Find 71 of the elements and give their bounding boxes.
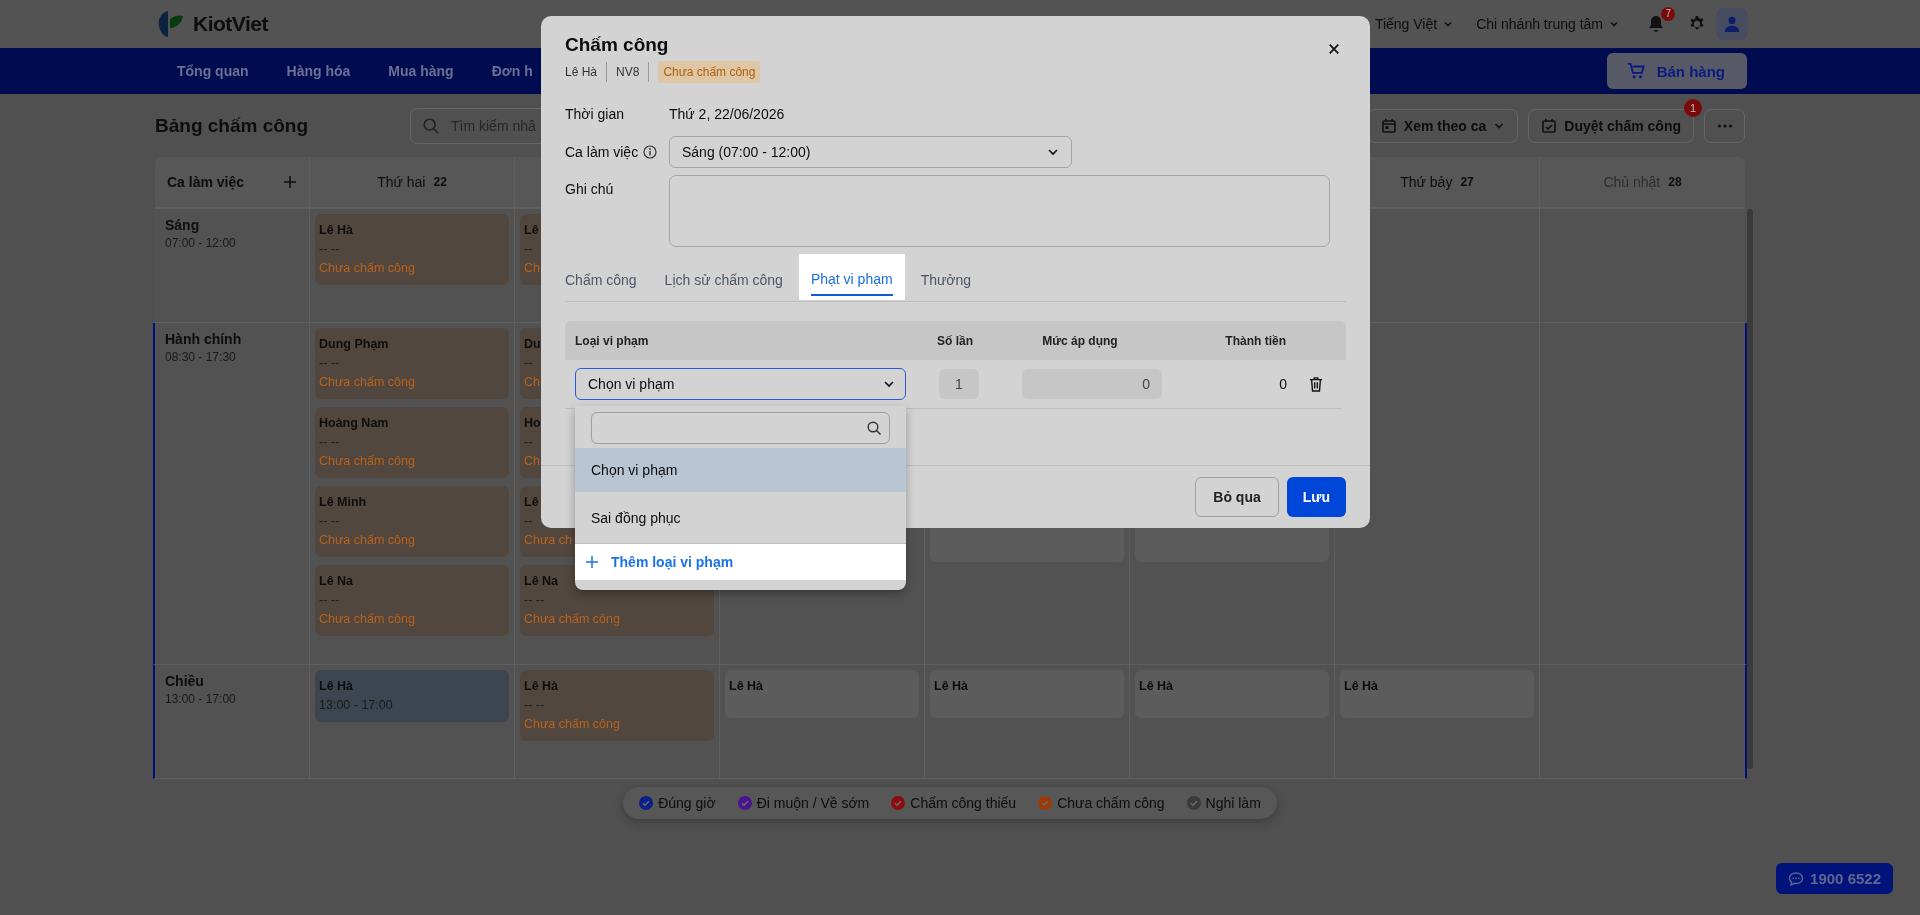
employee-name: Du: [524, 336, 541, 353]
day-header: Thứ bảy: [1400, 174, 1453, 190]
check-time: --: [524, 355, 533, 372]
shift-name: Hành chính: [165, 331, 243, 347]
day-number: 27: [1460, 175, 1474, 189]
field-label: Ca làm việc: [565, 144, 639, 160]
employee-name: Lê Hà: [934, 678, 969, 695]
employee-name: Lê Minh: [319, 494, 367, 511]
employee-name: Ho: [524, 415, 541, 432]
date-value: Thứ 2, 22/06/2026: [669, 106, 786, 122]
employee-name: Lê Na: [524, 573, 559, 590]
field-label: Ghi chú: [565, 181, 614, 197]
check-time: --: [524, 434, 533, 451]
shift-name: Sáng: [165, 217, 201, 233]
legend-label: Đi muộn / Về sớm: [756, 795, 870, 811]
check-time: -- --: [319, 592, 340, 609]
notification-badge: 7: [1661, 7, 1675, 21]
attendance-status: Chưa chấm công: [319, 532, 415, 549]
attendance-status: Chưa chấm công: [524, 611, 620, 628]
attendance-status: Chưa chấm công: [319, 374, 415, 391]
check-time: --: [524, 241, 533, 258]
column-header: Mức áp dụng: [1041, 333, 1119, 348]
page-title: Bảng chấm công: [155, 114, 310, 137]
check-time: -- --: [524, 592, 545, 609]
employee-name: Hoàng Nam: [319, 415, 389, 432]
check-time: -- --: [524, 697, 545, 714]
employee-name: Lê Na: [319, 573, 354, 590]
legend-label: Đúng giờ: [658, 795, 716, 811]
field-label: Thời gian: [565, 106, 624, 122]
shift-hours: 13:00 - 17:00: [165, 692, 237, 706]
column-header: Số lần: [936, 333, 974, 348]
employee-name: Lê Hà: [319, 222, 354, 239]
attendance-status: Chưa chấm công: [319, 611, 415, 628]
attendance-status: Ch: [524, 260, 540, 277]
shift-hours: 07:00 - 12:00: [165, 236, 237, 250]
column-header: Loại vi phạm: [575, 333, 650, 348]
day-number: 22: [433, 175, 447, 189]
count-badge: 1: [1684, 98, 1702, 117]
employee-name: Lê Hà: [319, 678, 354, 695]
legend-label: Nghỉ làm: [1205, 795, 1261, 811]
employee-code: NV8: [616, 65, 640, 79]
dialog-title: Chấm công: [565, 34, 669, 56]
attendance-status: Ch: [524, 374, 540, 391]
attendance-status: Chưa chấm công: [319, 260, 415, 277]
employee-name: Lê: [524, 222, 539, 239]
check-time: -- --: [319, 355, 340, 372]
check-time: -- --: [319, 434, 340, 451]
shift-name: Chiều: [165, 673, 205, 689]
attendance-status: Chưa chấm công: [319, 453, 415, 470]
check-time: -- --: [319, 513, 340, 530]
employee-name: Lê Hà: [729, 678, 764, 695]
column-header: Ca làm việc: [167, 174, 245, 190]
attendance-status: Chưa chấm công: [524, 716, 620, 733]
amount-value: 0: [1278, 376, 1288, 392]
attendance-status: Ch: [524, 453, 540, 470]
shift-hours: 08:30 - 17:30: [165, 350, 237, 364]
employee-name: Lê Hà: [1344, 678, 1379, 695]
legend-label: Chấm công thiếu: [910, 795, 1017, 811]
employee-name: Lê: [524, 494, 539, 511]
employee-name: Dung Phạm: [319, 336, 389, 353]
column-header: Thành tiền: [1224, 333, 1287, 348]
attendance-status: Chưa ch: [524, 532, 572, 549]
check-time: --: [524, 513, 533, 530]
legend-label: Chưa chấm công: [1057, 795, 1165, 811]
employee-name: Lê Hà: [1139, 678, 1174, 695]
employee-name: Lê Hà: [565, 65, 598, 79]
day-header: Thứ hai: [377, 174, 426, 190]
status-badge: Chưa chấm công: [658, 61, 761, 83]
check-time: -- --: [319, 241, 340, 258]
employee-name: Lê Hà: [524, 678, 559, 695]
day-number: 28: [1668, 175, 1682, 189]
